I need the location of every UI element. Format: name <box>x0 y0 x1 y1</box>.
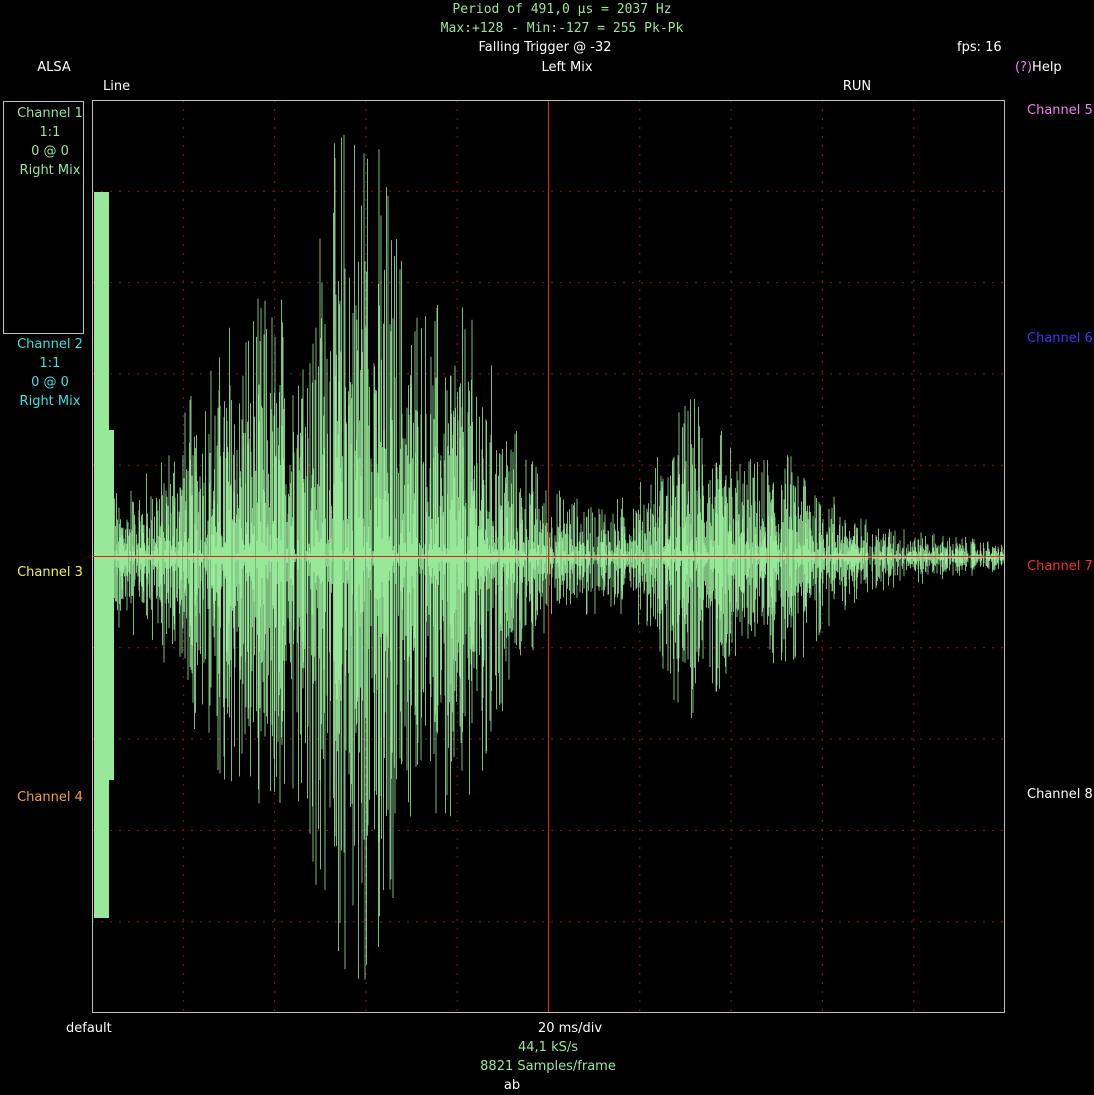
run-state-button[interactable]: RUN <box>843 77 871 96</box>
channel-6-label[interactable]: Channel 6 <box>1027 329 1093 348</box>
audio-source[interactable]: ALSA <box>37 58 71 77</box>
mix-selector[interactable]: Left Mix <box>541 58 592 77</box>
channel-3-name: Channel 3 <box>17 565 83 580</box>
channel-4-panel[interactable]: Channel 4 <box>0 788 100 807</box>
channel-2-source[interactable]: Right Mix <box>0 392 100 411</box>
amplitude-readout: Max:+128 - Min:-127 = 255 Pk-Pk <box>440 21 684 36</box>
samples-per-frame[interactable]: 8821 Samples/frame <box>480 1057 616 1076</box>
channel-5-label[interactable]: Channel 5 <box>1027 101 1093 120</box>
channel-3-panel[interactable]: Channel 3 <box>0 563 100 582</box>
timebase-control[interactable]: 20 ms/div <box>538 1019 602 1038</box>
channel-1-panel[interactable]: Channel 1 1:1 0 @ 0 Right Mix <box>0 104 100 180</box>
status-label: ab <box>503 1078 521 1093</box>
help-icon: (?) <box>1015 60 1033 75</box>
channel-1-source[interactable]: Right Mix <box>0 161 100 180</box>
trigger-mode[interactable]: Falling Trigger @ -32 <box>478 38 611 57</box>
channel-1-offset[interactable]: 0 @ 0 <box>0 142 100 161</box>
help-button[interactable]: (?)Help <box>1015 58 1062 77</box>
channel-4-name: Channel 4 <box>17 790 83 805</box>
channel-2-scale[interactable]: 1:1 <box>0 354 100 373</box>
channel-8-label[interactable]: Channel 8 <box>1027 785 1093 804</box>
channel-1-scale[interactable]: 1:1 <box>0 123 100 142</box>
line-mode-toggle[interactable]: Line <box>103 77 130 96</box>
channel-2-panel[interactable]: Channel 2 1:1 0 @ 0 Right Mix <box>0 335 100 411</box>
sample-rate[interactable]: 44,1 kS/s <box>518 1038 578 1057</box>
period-readout: Period of 491,0 µs = 2037 Hz <box>452 2 672 17</box>
channel-2-name: Channel 2 <box>17 337 83 352</box>
fps-readout: fps: 16 <box>957 40 1002 55</box>
preset-selector[interactable]: default <box>66 1019 112 1038</box>
scope-frame <box>92 100 1005 1013</box>
help-label: Help <box>1032 60 1062 75</box>
channel-2-offset[interactable]: 0 @ 0 <box>0 373 100 392</box>
channel-7-label[interactable]: Channel 7 <box>1027 557 1093 576</box>
channel-1-name: Channel 1 <box>17 106 83 121</box>
